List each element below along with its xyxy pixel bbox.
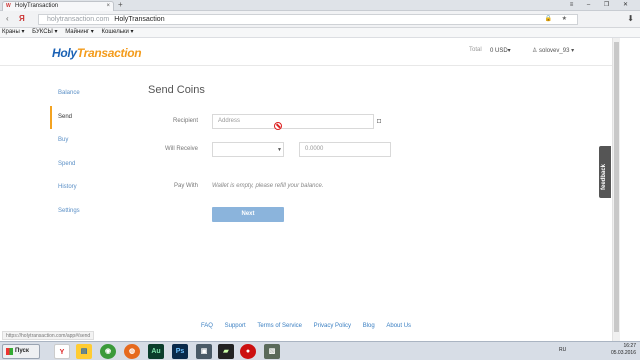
address-bar: ‹ Я holytransaction.com HolyTransaction 🔒… <box>0 11 640 28</box>
window-controls[interactable]: ≡ – ❐ ✕ <box>570 0 634 10</box>
app-icon[interactable]: ▧ <box>264 344 280 359</box>
new-tab-button[interactable]: + <box>118 0 123 10</box>
tab-title: HolyTransaction <box>15 3 59 9</box>
browser-tab-bar: W HolyTransaction × + ≡ – ❐ ✕ <box>0 0 640 11</box>
bookmark-folder[interactable]: БУКСЫ ▾ <box>32 29 57 35</box>
record-icon[interactable]: ● <box>240 344 256 359</box>
sidebar-item-buy[interactable]: Buy <box>50 129 130 153</box>
footer-link-faq[interactable]: FAQ <box>201 323 213 329</box>
currency-select[interactable] <box>212 142 284 157</box>
feedback-label: feedback <box>601 163 607 190</box>
footer-link-about[interactable]: About Us <box>386 323 411 329</box>
download-icon[interactable]: ⬇ <box>627 14 634 23</box>
sidebar-nav: Balance Send Buy Spend History Settings <box>50 82 130 224</box>
bookmark-folder[interactable]: Краны ▾ <box>2 29 24 35</box>
yandex-browser-icon[interactable]: Y <box>54 344 70 359</box>
pay-with-label: Pay With <box>173 183 198 189</box>
url-field[interactable]: holytransaction.com HolyTransaction 🔒 ★ <box>38 14 578 25</box>
language-indicator[interactable]: RU <box>559 347 566 353</box>
terminal-icon[interactable]: ▰ <box>218 344 234 359</box>
monitor-icon[interactable]: ▣ <box>196 344 212 359</box>
yandex-icon[interactable]: Я <box>19 14 25 24</box>
firefox-icon[interactable]: ◍ <box>124 344 140 359</box>
tab-close-icon[interactable]: × <box>106 2 110 11</box>
sidebar-item-settings[interactable]: Settings <box>50 200 130 224</box>
footer-link-privacy[interactable]: Privacy Policy <box>314 323 351 329</box>
not-allowed-cursor-icon <box>274 122 282 130</box>
will-receive-label: Will Receive <box>164 146 198 152</box>
next-button[interactable]: Next <box>212 207 284 222</box>
sidebar-item-send[interactable]: Send <box>50 105 130 130</box>
audition-icon[interactable]: Au <box>148 344 164 359</box>
footer-links: FAQ Support Terms of Service Privacy Pol… <box>0 323 612 329</box>
site-favicon-icon: W <box>6 3 11 9</box>
sidebar-item-balance[interactable]: Balance <box>50 82 130 106</box>
feedback-tab[interactable]: feedback <box>599 146 611 198</box>
url-page-title: HolyTransaction <box>114 16 165 23</box>
status-url: https://holytransaction.com/app#/send <box>2 331 95 340</box>
address-input[interactable]: Address <box>212 114 374 129</box>
chevron-down-icon: ▼ <box>277 147 282 153</box>
back-arrow-icon[interactable]: ‹ <box>6 14 9 24</box>
sidebar-item-spend[interactable]: Spend <box>50 153 130 177</box>
url-host: holytransaction.com <box>47 16 110 23</box>
site-header: HolyTransaction Total 0 USD▾ ♙ solovev_9… <box>0 38 612 66</box>
footer-link-support[interactable]: Support <box>225 323 246 329</box>
windows-taskbar: Пуск Y ▤ ◉ ◍ Au Ps ▣ ▰ ● ▧ RU 16:27 05.0… <box>0 341 640 360</box>
pay-with-message: Wallet is empty, please refill your bala… <box>212 183 324 189</box>
scrollbar-thumb[interactable] <box>614 42 619 332</box>
photoshop-icon[interactable]: Ps <box>172 344 188 359</box>
footer-link-terms[interactable]: Terms of Service <box>257 323 302 329</box>
start-button[interactable]: Пуск <box>2 344 40 359</box>
page-scrollbar[interactable] <box>612 38 620 342</box>
user-menu[interactable]: ♙ solovev_93 ▾ <box>532 47 574 54</box>
browser-tab[interactable]: W HolyTransaction × <box>2 1 114 11</box>
recipient-label: Recipient <box>172 118 198 124</box>
system-clock[interactable]: 16:27 05.03.2016 <box>611 343 636 357</box>
footer-link-blog[interactable]: Blog <box>363 323 375 329</box>
bookmarks-bar: Краны ▾ БУКСЫ ▾ Майнинг ▾ Кошельки ▾ <box>0 28 640 38</box>
total-amount-dropdown[interactable]: 0 USD▾ <box>490 47 511 54</box>
camera-icon[interactable]: ◘ <box>377 118 381 125</box>
windows-logo-icon <box>6 348 13 355</box>
sidebar-item-history[interactable]: History <box>50 176 130 200</box>
url-action-icons[interactable]: 🔒 ★ <box>544 15 571 24</box>
bookmark-folder[interactable]: Майнинг ▾ <box>65 29 94 35</box>
holytransaction-logo[interactable]: HolyTransaction <box>52 46 142 60</box>
page-title: Send Coins <box>148 84 205 96</box>
total-label: Total <box>469 47 482 53</box>
screen: W HolyTransaction × + ≡ – ❐ ✕ ‹ Я holytr… <box>0 0 640 360</box>
amount-input[interactable]: 0.0000 <box>299 142 391 157</box>
file-manager-icon[interactable]: ▤ <box>76 344 92 359</box>
chrome-icon[interactable]: ◉ <box>100 344 116 359</box>
bookmark-folder[interactable]: Кошельки ▾ <box>101 29 133 35</box>
